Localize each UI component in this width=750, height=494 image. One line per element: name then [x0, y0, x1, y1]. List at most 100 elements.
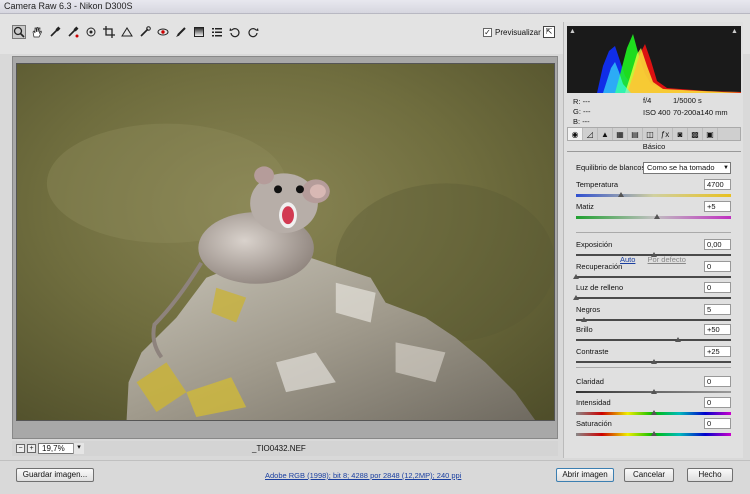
photo-preview — [16, 63, 555, 421]
lens: 70-200a140 mm — [673, 108, 728, 117]
iso: ISO 400 — [643, 108, 671, 117]
exposure-label: Exposición — [576, 240, 613, 249]
window-title: Camera Raw 6.3 - Nikon D300S — [0, 0, 750, 14]
blacks-thumb[interactable] — [580, 317, 587, 322]
graduated-filter-icon[interactable] — [192, 25, 206, 39]
spot-removal-icon[interactable] — [138, 25, 152, 39]
panel-title: Básico — [567, 142, 741, 152]
preview-toggle[interactable]: ✓ Previsualizar — [483, 28, 541, 37]
rotate-ccw-icon[interactable] — [228, 25, 242, 39]
contrast-value[interactable]: +25 — [704, 346, 731, 357]
clarity-value[interactable]: 0 — [704, 376, 731, 387]
zoom-in-button[interactable]: + — [27, 444, 36, 453]
recovery-track[interactable] — [576, 276, 731, 278]
blacks-track[interactable] — [576, 319, 731, 321]
highlight-clipping-icon[interactable]: ▲ — [731, 28, 739, 35]
rotate-cw-icon[interactable] — [246, 25, 260, 39]
saturation-thumb[interactable] — [650, 431, 657, 436]
filename-label: _TIO0432.NEF — [252, 444, 306, 453]
readout-area: R: --- G: --- B: --- f/4 ISO 400 1/5000 … — [567, 95, 741, 126]
auto-link[interactable]: Auto — [620, 255, 635, 264]
preview-checkbox[interactable]: ✓ — [483, 28, 492, 37]
adjustment-brush-icon[interactable] — [174, 25, 188, 39]
contrast-label: Contraste — [576, 347, 609, 356]
blacks-value[interactable]: 5 — [704, 304, 731, 315]
r-label: R: — [573, 97, 581, 106]
vibrance-thumb[interactable] — [650, 410, 657, 415]
preview-canvas[interactable] — [12, 56, 558, 439]
lens-correction-icon[interactable]: ◫ — [643, 128, 658, 140]
workflow-options-link[interactable]: Adobe RGB (1998); bit 8; 4288 por 2848 (… — [265, 471, 461, 480]
divider — [576, 232, 731, 233]
color-sampler-icon[interactable] — [66, 25, 80, 39]
basic-icon[interactable]: ◉ — [568, 128, 583, 140]
divider — [576, 367, 731, 368]
tint-label: Matiz — [576, 202, 594, 211]
chevron-down-icon[interactable]: ▾ — [73, 443, 84, 454]
camera-calibration-icon[interactable]: ◙ — [673, 128, 688, 140]
vibrance-value[interactable]: 0 — [704, 397, 731, 408]
brightness-thumb[interactable] — [675, 337, 682, 342]
adjustments-panel: ▲ ▲ R: --- G: --- B: --- f/4 ISO 400 1/5… — [563, 22, 743, 458]
save-image-button[interactable]: Guardar imagen... — [16, 468, 94, 482]
hsl-icon[interactable]: ▦ — [613, 128, 628, 140]
vibrance-label: Intensidad — [576, 398, 611, 407]
target-adjust-icon[interactable] — [84, 25, 98, 39]
temperature-track[interactable] — [576, 194, 731, 197]
white-balance-icon[interactable] — [48, 25, 62, 39]
straighten-icon[interactable] — [120, 25, 134, 39]
zoom-icon[interactable] — [12, 25, 26, 39]
zoom-out-button[interactable]: − — [16, 444, 25, 453]
blacks-label: Negros — [576, 305, 601, 314]
snapshots-icon[interactable]: ▣ — [703, 128, 718, 140]
clarity-thumb[interactable] — [650, 389, 657, 394]
zoom-value: 19,7% — [42, 444, 65, 453]
recovery-value[interactable]: 0 — [704, 261, 731, 272]
detail-icon[interactable]: ▲ — [598, 128, 613, 140]
red-eye-icon[interactable] — [156, 25, 170, 39]
fill-light-track[interactable] — [576, 297, 731, 299]
preview-label: Previsualizar — [495, 28, 541, 37]
temperature-thumb[interactable] — [617, 192, 624, 197]
white-balance-label: Equilibrio de blancos: — [576, 163, 648, 172]
presets-icon[interactable]: ▩ — [688, 128, 703, 140]
tone-curve-icon[interactable]: ◿ — [583, 128, 598, 140]
fill-light-value[interactable]: 0 — [704, 282, 731, 293]
temperature-label: Temperatura — [576, 180, 619, 189]
brightness-value[interactable]: +50 — [704, 324, 731, 335]
exposure-value[interactable]: 0,00 — [704, 239, 731, 250]
fill-light-label: Luz de relleno — [576, 283, 624, 292]
preferences-icon[interactable] — [210, 25, 224, 39]
g-value: --- — [583, 107, 591, 116]
panel-tabs: ◉ ◿ ▲ ▦ ▤ ◫ ƒx ◙ ▩ ▣ — [567, 127, 741, 141]
shutter: 1/5000 s — [673, 96, 702, 105]
exposure-thumb[interactable] — [650, 252, 657, 257]
open-image-button[interactable]: Abrir imagen — [556, 468, 614, 482]
brightness-label: Brillo — [576, 325, 593, 334]
recovery-thumb[interactable] — [573, 274, 579, 279]
chevron-down-icon: ▼ — [723, 165, 729, 171]
hand-icon[interactable] — [30, 25, 44, 39]
saturation-value[interactable]: 0 — [704, 418, 731, 429]
done-button[interactable]: Hecho — [687, 468, 733, 482]
white-balance-value: Como se ha tomado — [647, 163, 715, 172]
cancel-button[interactable]: Cancelar — [624, 468, 674, 482]
recovery-label: Recuperación — [576, 262, 623, 271]
zoom-bar: − + 19,7% ▾ _TIO0432.NEF — [12, 441, 558, 456]
b-value: --- — [582, 117, 590, 126]
tint-value[interactable]: +5 — [704, 201, 731, 212]
g-label: G: — [573, 107, 581, 116]
fill-light-thumb[interactable] — [573, 295, 579, 300]
temperature-value[interactable]: 4700 — [704, 179, 731, 190]
split-toning-icon[interactable]: ▤ — [628, 128, 643, 140]
brightness-track[interactable] — [576, 339, 731, 341]
clarity-label: Claridad — [576, 377, 604, 386]
effects-icon[interactable]: ƒx — [658, 128, 673, 140]
tint-thumb[interactable] — [653, 214, 660, 219]
crop-icon[interactable] — [102, 25, 116, 39]
shadow-clipping-icon[interactable]: ▲ — [569, 28, 577, 35]
white-balance-select[interactable]: Como se ha tomado ▼ — [643, 162, 731, 174]
contrast-thumb[interactable] — [650, 359, 657, 364]
bottom-bar: Guardar imagen... Adobe RGB (1998); bit … — [0, 460, 750, 494]
fullscreen-icon[interactable]: ⇱ — [543, 26, 555, 38]
